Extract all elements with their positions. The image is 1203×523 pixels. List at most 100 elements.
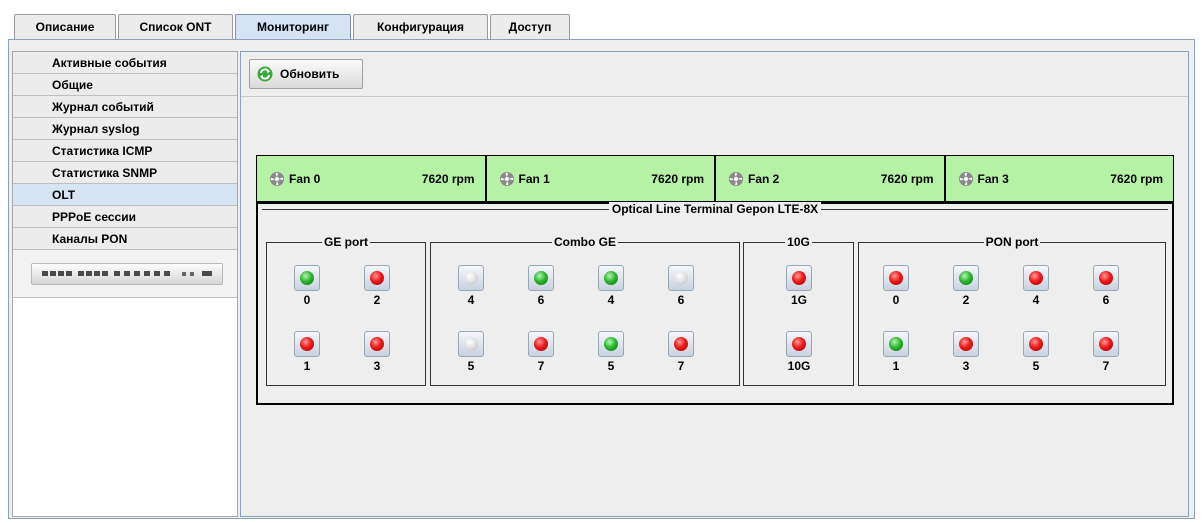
- sidebar-item-active-events[interactable]: Активные события: [13, 52, 237, 74]
- port-pon: 2: [951, 265, 981, 306]
- tab-access[interactable]: Доступ: [490, 14, 570, 39]
- fan-speed: 7620 rpm: [651, 171, 704, 186]
- sidebar-item-pon-channels[interactable]: Каналы PON: [13, 228, 237, 250]
- port-status-button[interactable]: [668, 331, 694, 357]
- port-status-button[interactable]: [786, 331, 812, 357]
- port-status-button[interactable]: [1093, 331, 1119, 357]
- port-status-button[interactable]: [294, 265, 320, 291]
- fan-icon: [499, 171, 514, 186]
- status-led-icon: [674, 337, 688, 351]
- port-status-button[interactable]: [883, 331, 909, 357]
- sidebar-item-pppoe-sessions[interactable]: PPPoE сессии: [13, 206, 237, 228]
- fan-icon: [958, 171, 973, 186]
- port-pon: 3: [951, 331, 981, 372]
- port-status-button[interactable]: [458, 331, 484, 357]
- status-led-icon: [300, 337, 314, 351]
- olt-panel: Optical Line Terminal Gepon LTE-8X GE po…: [256, 202, 1174, 405]
- port-combo-ge: 7: [666, 331, 696, 372]
- status-led-icon: [534, 271, 548, 285]
- port-status-button[interactable]: [598, 265, 624, 291]
- port-combo-ge: 6: [666, 265, 696, 306]
- port-label: 4: [1032, 293, 1040, 307]
- port-status-button[interactable]: [528, 331, 554, 357]
- status-led-icon: [370, 337, 384, 351]
- fan-name: Fan 2: [748, 171, 780, 186]
- port-combo-ge: 5: [456, 331, 486, 372]
- port-label: 7: [537, 359, 545, 373]
- status-led-icon: [792, 337, 806, 351]
- status-led-icon: [674, 271, 688, 285]
- port-status-button[interactable]: [953, 331, 979, 357]
- status-led-icon: [604, 271, 618, 285]
- status-led-icon: [370, 271, 384, 285]
- port-status-button[interactable]: [786, 265, 812, 291]
- port-label: 0: [303, 293, 311, 307]
- port-combo-ge: 4: [456, 265, 486, 306]
- fan-speed: 7620 rpm: [1110, 171, 1163, 186]
- port-label: 2: [962, 293, 970, 307]
- status-led-icon: [534, 337, 548, 351]
- group-title: Combo GE: [552, 235, 618, 249]
- sidebar-item-snmp-stats[interactable]: Статистика SNMP: [13, 162, 237, 184]
- status-led-icon: [300, 271, 314, 285]
- port-status-button[interactable]: [528, 265, 554, 291]
- main-tabs: Описание Список ONT Мониторинг Конфигура…: [14, 14, 572, 40]
- port-label: 3: [373, 359, 381, 373]
- port-label: 5: [1032, 359, 1040, 373]
- port-pon: 4: [1021, 265, 1051, 306]
- status-led-icon: [1099, 271, 1113, 285]
- port-label: 1: [303, 359, 311, 373]
- fan-icon: [729, 171, 743, 186]
- port-combo-ge: 7: [526, 331, 556, 372]
- port-10g: 1G: [784, 265, 814, 306]
- port-ge: 2: [362, 265, 392, 306]
- port-pon: 6: [1091, 265, 1121, 306]
- port-combo-ge: 6: [526, 265, 556, 306]
- port-label: 1: [892, 359, 900, 373]
- refresh-icon: [257, 66, 273, 82]
- port-status-button[interactable]: [1023, 265, 1049, 291]
- fan-0: Fan 0 7620 rpm: [257, 156, 487, 201]
- sidebar-item-olt[interactable]: OLT: [13, 184, 237, 206]
- sidebar-item-syslog[interactable]: Журнал syslog: [13, 118, 237, 140]
- port-status-button[interactable]: [1093, 265, 1119, 291]
- port-status-button[interactable]: [458, 265, 484, 291]
- port-status-button[interactable]: [294, 331, 320, 357]
- port-combo-ge: 5: [596, 331, 626, 372]
- port-label: 7: [677, 359, 685, 373]
- status-led-icon: [792, 271, 806, 285]
- tab-monitoring[interactable]: Мониторинг: [235, 14, 351, 39]
- port-status-button[interactable]: [953, 265, 979, 291]
- status-led-icon: [604, 337, 618, 351]
- port-status-button[interactable]: [364, 265, 390, 291]
- status-led-icon: [464, 271, 478, 285]
- fan-name: Fan 0: [289, 171, 321, 186]
- fan-1: Fan 1 7620 rpm: [486, 156, 716, 201]
- monitoring-sidebar: Активные события Общие Журнал событий Жу…: [12, 51, 238, 517]
- port-label: 6: [1102, 293, 1110, 307]
- group-combo-ge: Combo GE 4 6 4 6 5 7 5 7: [430, 235, 740, 386]
- group-title: PON port: [983, 235, 1041, 249]
- port-label: 6: [677, 293, 685, 307]
- port-label: 6: [537, 293, 545, 307]
- sidebar-item-general[interactable]: Общие: [13, 74, 237, 96]
- port-label: 2: [373, 293, 381, 307]
- tab-configuration[interactable]: Конфигурация: [353, 14, 488, 39]
- port-status-button[interactable]: [883, 265, 909, 291]
- device-image-row: [13, 250, 237, 298]
- port-status-button[interactable]: [1023, 331, 1049, 357]
- refresh-button-label: Обновить: [280, 67, 340, 81]
- port-status-button[interactable]: [598, 331, 624, 357]
- port-pon: 5: [1021, 331, 1051, 372]
- sidebar-item-icmp-stats[interactable]: Статистика ICMP: [13, 140, 237, 162]
- fan-speed: 7620 rpm: [421, 171, 475, 186]
- port-status-button[interactable]: [364, 331, 390, 357]
- port-status-button[interactable]: [668, 265, 694, 291]
- sidebar-item-event-log[interactable]: Журнал событий: [13, 96, 237, 118]
- status-led-icon: [464, 337, 478, 351]
- tab-ont-list[interactable]: Список ONT: [118, 14, 233, 39]
- fan-name: Fan 3: [977, 171, 1009, 186]
- port-pon: 0: [881, 265, 911, 306]
- refresh-button[interactable]: Обновить: [249, 59, 363, 89]
- tab-description[interactable]: Описание: [14, 14, 116, 39]
